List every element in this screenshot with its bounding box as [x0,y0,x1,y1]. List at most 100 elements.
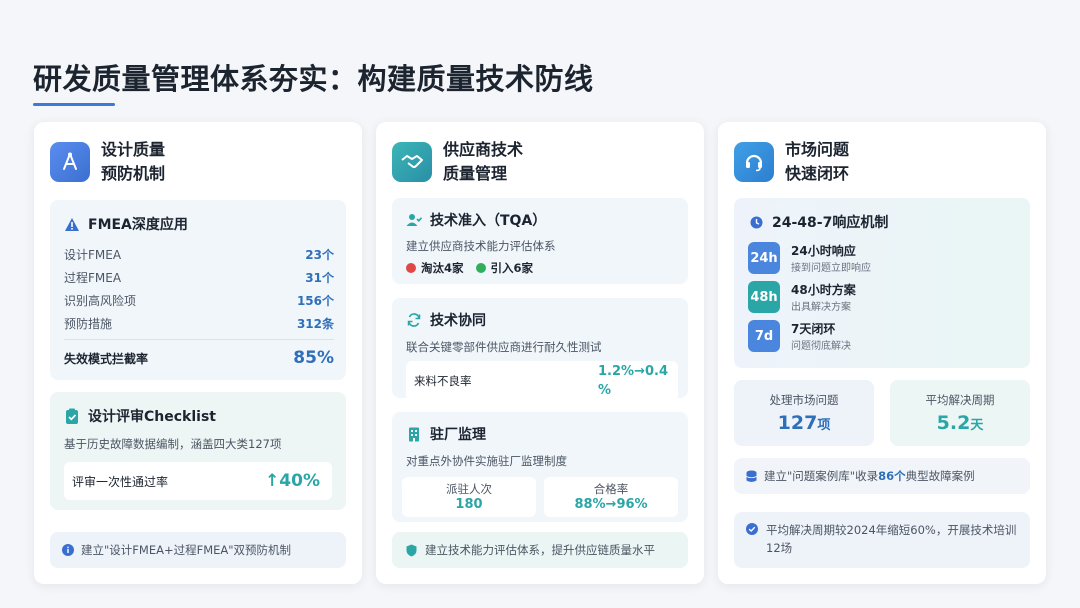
info-note-text: 建立"设计FMEA+过程FMEA"双预防机制 [81,543,292,557]
intercept-rate-row: 失效模式拦截率 85% [64,340,334,376]
mechanism-item: 24h 24小时响应 接到问题立即响应 [748,241,1018,275]
fmea-row: 预防措施 312条 [64,312,334,335]
fmea-row: 识别高风险项 156个 [64,289,334,312]
mechanism-item-title: 7天闭环 [791,322,836,336]
clock-icon [748,214,764,230]
info-note: 平均解决周期较2024年缩短60%，开展技术培训 12场 [734,512,1030,568]
checklist-panel: 设计评审Checklist 基于历史故障数据编制，涵盖四大类127项 评审一次性… [50,392,346,510]
mechanism-item-title: 48小时方案 [791,283,856,297]
info-note: 建立技术能力评估体系，提升供应链质量水平 [392,532,688,568]
clipboard-check-icon [64,408,80,424]
sync-icon [406,312,422,328]
tqa-in: 引入6家 [490,261,534,275]
fmea-row-value: 23个 [305,248,334,262]
mechanism-item: 7d 7天闭环 问题彻底解决 [748,319,1018,353]
handshake-icon [392,142,432,182]
stat-avg-cycle: 平均解决周期 5.2天 [890,380,1030,446]
card-header: 供应商技术 质量管理 [392,140,523,184]
card-title-line2: 快速闭环 [785,164,850,183]
info-note-text-cont: 12场 [766,541,793,555]
tqa-panel: 技术准入（TQA） 建立供应商技术能力评估体系 淘汰4家 引入6家 [392,198,688,284]
defect-rate-value-cont: % [598,383,612,398]
stat-market-issues: 处理市场问题 127项 [734,380,874,446]
stat-pass-rate: 合格率 88%→96% [544,477,678,517]
onsite-heading: 驻厂监理 [430,427,486,443]
database-icon [746,470,757,483]
checklist-desc: 基于历史故障数据编制，涵盖四大类127项 [64,437,282,451]
defect-rate-row: 来料不良率 1.2%→0.4 % [406,361,678,401]
mechanism-item-desc: 出具解决方案 [791,302,851,313]
time-badge: 7d [748,320,780,352]
stat-label: 处理市场问题 [769,393,839,407]
fmea-row-label: 预防措施 [64,317,113,331]
stat-value: 127 [777,412,818,434]
card-supplier-quality: 供应商技术 质量管理 技术准入（TQA） 建立供应商技术能力评估体系 淘汰4家 … [376,122,704,584]
collab-panel: 技术协同 联合关键零部件供应商进行耐久性测试 来料不良率 1.2%→0.4 % [392,298,688,401]
fmea-row-label: 设计FMEA [64,248,122,262]
info-note-text: 平均解决周期较2024年缩短60%，开展技术培训 [766,523,1017,537]
stat-value: 180 [455,497,483,512]
defect-rate-value: 1.2%→0.4 [598,364,668,379]
fmea-row-value: 312条 [296,317,334,331]
tqa-heading: 技术准入（TQA） [430,213,547,229]
mechanism-item: 48h 48小时方案 出具解决方案 [748,280,1018,314]
warning-icon [64,216,80,232]
fmea-panel: FMEA深度应用 设计FMEA 23个 过程FMEA 31个 识别高风险项 156个 … [50,200,346,380]
fmea-row-value: 156个 [296,294,334,308]
card-header: 设计质量 预防机制 [50,140,165,184]
info-note-text: 建立技术能力评估体系，提升供应链质量水平 [425,543,655,557]
time-badge: 48h [748,281,780,313]
stat-unit: 项 [817,418,831,433]
drafting-compass-icon [50,142,90,182]
fmea-row-label: 识别高风险项 [64,294,137,308]
info-note: 建立"设计FMEA+过程FMEA"双预防机制 [50,532,346,568]
response-mechanism-panel: 24-48-7响应机制 24h 24小时响应 接到问题立即响应 48h 48小时… [734,198,1030,368]
mechanism-item-desc: 接到问题立即响应 [791,263,871,274]
intercept-rate-value: 85% [293,348,334,368]
card-title-line1: 设计质量 [101,140,166,159]
pass-rate-value: ↑40% [265,471,320,491]
stat-value: 88%→96% [574,497,648,512]
pass-rate-row: 评审一次性通过率 ↑40% [64,462,332,500]
time-badge: 24h [748,242,780,274]
case-library-prefix: 建立"问题案例库"收录 [764,469,879,483]
pass-rate-label: 评审一次性通过率 [72,474,169,489]
card-title-line2: 预防机制 [101,164,166,183]
tqa-out: 淘汰4家 [421,261,464,275]
card-title-line2: 质量管理 [443,164,508,183]
card-market-issues: 市场问题 快速闭环 24-48-7响应机制 24h 24小时响应 接到问题立即响… [718,122,1046,584]
onsite-panel: 驻厂监理 对重点外协件实施驻厂监理制度 派驻人次 180 合格率 88%→96% [392,412,688,522]
title-underline [33,103,115,106]
mechanism-item-title: 24小时响应 [791,244,856,258]
fmea-row-label: 过程FMEA [64,271,122,285]
checklist-heading: 设计评审Checklist [88,409,216,425]
stat-value: 5.2 [936,412,971,434]
building-icon [406,426,422,442]
collab-heading: 技术协同 [430,313,486,329]
mechanism-item-desc: 问题彻底解决 [791,341,851,352]
check-circle-icon [746,523,758,535]
minus-circle-icon [406,263,416,273]
case-library-suffix: 典型故障案例 [905,469,975,483]
mechanism-heading: 24-48-7响应机制 [772,215,889,231]
stat-unit: 天 [970,418,984,433]
fmea-heading: FMEA深度应用 [88,217,188,233]
intercept-rate-label: 失效模式拦截率 [64,351,149,366]
card-header: 市场问题 快速闭环 [734,140,849,184]
headset-icon [734,142,774,182]
stat-label: 合格率 [593,482,629,496]
stat-onsite-count: 派驻人次 180 [402,477,536,517]
user-check-icon [406,212,422,228]
fmea-row: 过程FMEA 31个 [64,266,334,289]
fmea-row-value: 31个 [305,271,334,285]
tqa-desc: 建立供应商技术能力评估体系 [406,239,556,253]
card-title-line1: 市场问题 [785,140,850,159]
case-library-count: 86个 [878,469,906,483]
stat-label: 平均解决周期 [925,393,995,407]
card-design-quality: 设计质量 预防机制 FMEA深度应用 设计FMEA 23个 过程FMEA 31个 识… [34,122,362,584]
fmea-row: 设计FMEA 23个 [64,243,334,266]
defect-rate-label: 来料不良率 [414,374,472,388]
card-title-line1: 供应商技术 [443,140,524,159]
case-library-note: 建立"问题案例库"收录86个典型故障案例 [734,458,1030,494]
collab-desc: 联合关键零部件供应商进行耐久性测试 [406,340,602,354]
